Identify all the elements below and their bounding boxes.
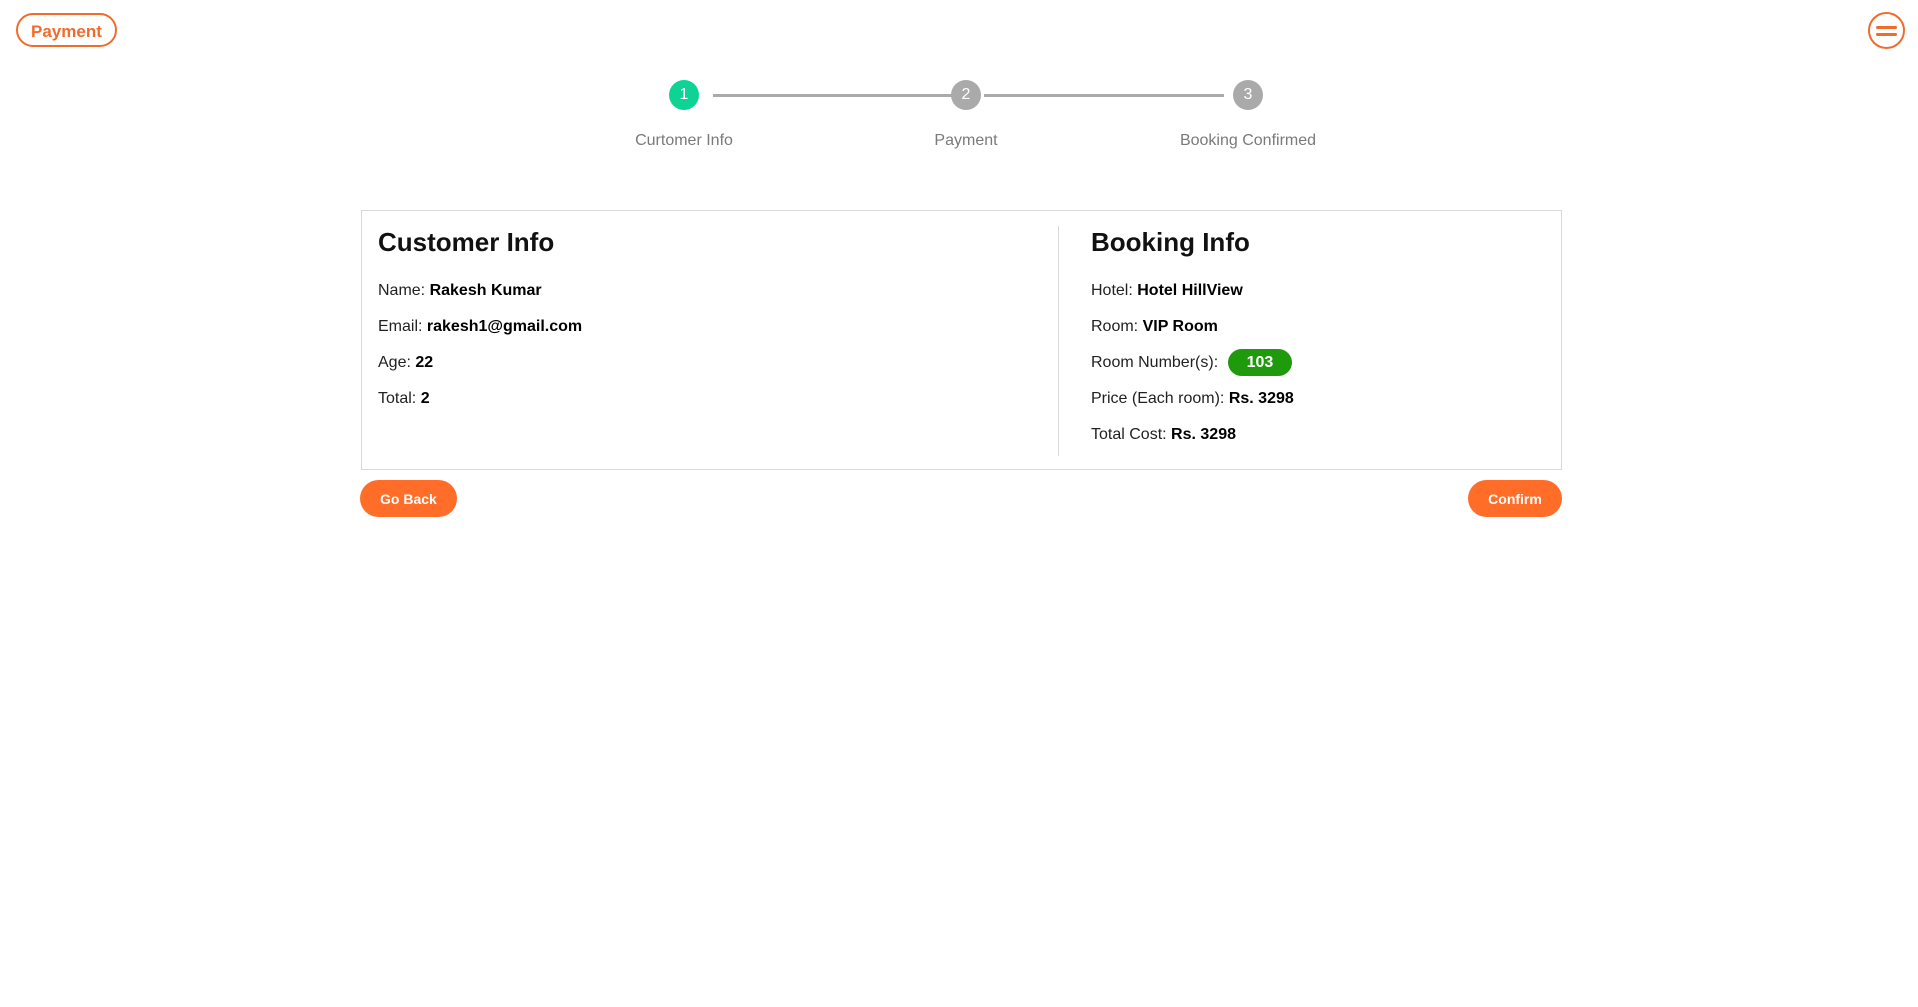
customer-age: 22: [415, 354, 434, 371]
customer-email-row: Email: rakesh1@gmail.com: [378, 309, 582, 345]
booking-info-section: Booking Info Hotel: Hotel HillView Room:…: [1091, 227, 1294, 453]
summary-card: Customer Info Name: Rakesh Kumar Email: …: [361, 210, 1562, 470]
step-circle: 1: [669, 80, 699, 110]
customer-email: rakesh1@gmail.com: [426, 318, 583, 335]
field-label: Email:: [378, 318, 423, 335]
menu-icon[interactable]: [1868, 12, 1905, 49]
menu-line: [1876, 25, 1897, 29]
room-numbers-row: Room Number(s): 103: [1091, 345, 1294, 381]
step-circle: 2: [951, 80, 981, 110]
payment-badge: Payment: [16, 13, 117, 47]
field-label: Room Number(s):: [1091, 354, 1219, 371]
field-label: Age:: [378, 354, 411, 371]
field-label: Total:: [378, 390, 417, 407]
confirm-button[interactable]: Confirm: [1468, 480, 1562, 517]
step-1: 1 Curtomer Info: [584, 80, 784, 150]
booking-hotel-row: Hotel: Hotel HillView: [1091, 273, 1294, 309]
step-label: Payment: [934, 132, 998, 149]
customer-total-row: Total: 2: [378, 381, 582, 417]
field-label: Hotel:: [1091, 282, 1133, 299]
step-circle: 3: [1233, 80, 1263, 110]
booking-room-row: Room: VIP Room: [1091, 309, 1294, 345]
room-type: VIP Room: [1142, 318, 1218, 335]
field-label: Total Cost:: [1091, 426, 1167, 443]
field-label: Price (Each room):: [1091, 390, 1225, 407]
page: Payment 1 Curtomer Info 2 Payment 3 Book…: [0, 0, 1918, 1007]
room-number-badge: 103: [1227, 349, 1293, 377]
step-2: 2 Payment: [866, 80, 1066, 150]
booking-info-title: Booking Info: [1091, 227, 1250, 257]
go-back-button[interactable]: Go Back: [360, 480, 457, 517]
customer-info-section: Customer Info Name: Rakesh Kumar Email: …: [378, 227, 582, 417]
customer-info-title: Customer Info: [378, 227, 555, 257]
total-cost-row: Total Cost: Rs. 3298: [1091, 417, 1294, 453]
room-price: Rs. 3298: [1228, 390, 1294, 407]
price-row: Price (Each room): Rs. 3298: [1091, 381, 1294, 417]
field-label: Name:: [378, 282, 426, 299]
customer-name-row: Name: Rakesh Kumar: [378, 273, 582, 309]
customer-total: 2: [420, 390, 430, 407]
total-cost: Rs. 3298: [1171, 426, 1236, 443]
column-divider: [1058, 226, 1059, 456]
progress-stepper: 1 Curtomer Info 2 Payment 3 Booking Conf…: [0, 80, 1918, 160]
customer-name: Rakesh Kumar: [429, 282, 542, 299]
hotel-name: Hotel HillView: [1137, 282, 1243, 299]
menu-line: [1876, 32, 1897, 36]
step-3: 3 Booking Confirmed: [1148, 80, 1348, 150]
step-label: Booking Confirmed: [1179, 132, 1317, 149]
field-label: Room:: [1091, 318, 1139, 335]
step-label: Curtomer Info: [635, 132, 733, 149]
customer-age-row: Age: 22: [378, 345, 582, 381]
